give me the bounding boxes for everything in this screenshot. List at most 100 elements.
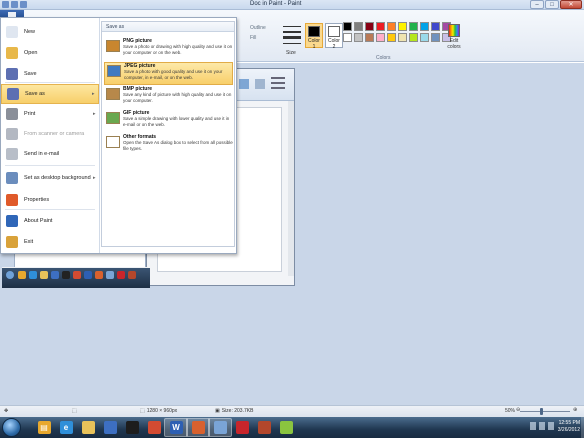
- taskbar-word-icon: W: [169, 421, 183, 434]
- zoom-in-button[interactable]: ⊕: [573, 407, 577, 413]
- file-size-text: Size: 203.7KB: [221, 408, 254, 414]
- palette-color-3[interactable]: [376, 22, 385, 31]
- outline-dropdown[interactable]: Outline: [250, 25, 266, 31]
- color2-label: Color 2: [328, 38, 340, 50]
- taskbar-pdf-button[interactable]: [230, 418, 254, 437]
- tray-volume-icon[interactable]: [548, 422, 554, 430]
- palette-color-8[interactable]: [431, 22, 440, 31]
- menu-item-save-as[interactable]: Save as ▸: [1, 84, 99, 104]
- save-as-jpeg-picture[interactable]: JPEG picture Save a photo with good quali…: [104, 62, 233, 85]
- palette-color-7[interactable]: [420, 22, 429, 31]
- menu-item-new[interactable]: New: [1, 22, 99, 42]
- palette-color-0[interactable]: [343, 22, 352, 31]
- selection-size-icon: ⬚: [72, 408, 77, 414]
- submenu-arrow-icon: ▸: [93, 175, 96, 181]
- palette-color-12[interactable]: [365, 33, 374, 42]
- taskbar-internet-explorer-icon: e: [59, 421, 73, 434]
- save-as-gif-picture[interactable]: GIF picture Save a simple drawing with lo…: [104, 110, 233, 133]
- zoom-slider-thumb[interactable]: [540, 408, 543, 415]
- submenu-arrow-icon: ▸: [93, 111, 96, 117]
- menu-item-properties[interactable]: Properties: [1, 190, 99, 210]
- exit-icon: [6, 236, 18, 248]
- quick-save-icon[interactable]: [2, 1, 9, 8]
- redo-icon[interactable]: [20, 1, 27, 8]
- menu-separator: [5, 165, 95, 166]
- maximize-button[interactable]: □: [545, 0, 559, 9]
- save-as-bmp-picture[interactable]: BMP picture Save any kind of picture with…: [104, 86, 233, 109]
- save-as-option-description: Open the Save As dialog box to select fr…: [123, 140, 233, 151]
- menu-item-label: Save as: [25, 91, 45, 97]
- palette-color-5[interactable]: [398, 22, 407, 31]
- palette-color-6[interactable]: [409, 22, 418, 31]
- taskbar-chrome-button[interactable]: [142, 418, 166, 437]
- submenu-arrow-icon: ▸: [92, 91, 95, 97]
- menu-item-label: About Paint: [24, 218, 53, 224]
- quick-access-toolbar: [2, 1, 27, 8]
- clock[interactable]: 12:55 PM 3/26/2012: [558, 420, 580, 434]
- jpeg-picture-icon: [107, 65, 121, 77]
- tray-network-icon[interactable]: [539, 422, 545, 430]
- menu-item-save[interactable]: Save: [1, 64, 99, 84]
- size-lines-icon[interactable]: [283, 24, 301, 46]
- menu-item-set-as-desktop-background[interactable]: Set as desktop background ▸: [1, 168, 99, 188]
- zoom-out-button[interactable]: ⊖: [516, 407, 520, 413]
- palette-color-4[interactable]: [387, 22, 396, 31]
- close-button[interactable]: ✕: [560, 0, 582, 9]
- menu-item-from-scanner-or-camera[interactable]: From scanner or camera: [1, 124, 99, 144]
- color1-chip: [308, 26, 320, 37]
- menu-item-print[interactable]: Print ▸: [1, 104, 99, 124]
- menu-item-label: Save: [24, 71, 37, 77]
- taskbar-folder-button[interactable]: [76, 418, 100, 437]
- about-info-icon: [6, 215, 18, 227]
- taskbar-windows-explorer-button[interactable]: ▤: [32, 418, 56, 437]
- taskbar-internet-explorer-button[interactable]: e: [54, 418, 78, 437]
- taskbar-qq-button[interactable]: [120, 418, 144, 437]
- menu-item-open[interactable]: Open: [1, 43, 99, 63]
- fill-dropdown[interactable]: Fill: [250, 35, 256, 41]
- taskbar-media-button[interactable]: [98, 418, 122, 437]
- menu-item-send-in-e-mail[interactable]: Send in e-mail: [1, 144, 99, 164]
- edit-colors-button[interactable]: Edit colors: [446, 24, 462, 50]
- taskbar-folder-icon: [81, 421, 95, 434]
- save-as-png-picture[interactable]: PNG picture Save a photo or drawing with …: [104, 38, 233, 61]
- palette-color-17[interactable]: [420, 33, 429, 42]
- taskbar-app-button[interactable]: [186, 418, 210, 437]
- printer-icon: [6, 108, 18, 120]
- edit-colors-label: Edit colors: [447, 38, 461, 50]
- palette-color-16[interactable]: [409, 33, 418, 42]
- palette-color-11[interactable]: [354, 33, 363, 42]
- taskbar-picasa-button[interactable]: [274, 418, 298, 437]
- title-bar: Doc in Paint - Paint – □ ✕: [0, 0, 584, 10]
- taskbar-picasa-icon: [279, 421, 293, 434]
- palette-color-2[interactable]: [365, 22, 374, 31]
- zoom-slider[interactable]: [520, 411, 570, 412]
- taskbar-archive-button[interactable]: [252, 418, 276, 437]
- bmp-picture-icon: [106, 88, 120, 100]
- colors-group-label: Colors: [376, 55, 391, 61]
- minimize-button[interactable]: –: [530, 0, 544, 9]
- palette-color-15[interactable]: [398, 33, 407, 42]
- canvas-size-icon: ⬚: [140, 408, 145, 414]
- save-as-icon: [7, 88, 19, 100]
- save-as-option-description: Save a photo or drawing with high qualit…: [123, 44, 233, 55]
- palette-color-1[interactable]: [354, 22, 363, 31]
- menu-item-label: Send in e-mail: [24, 151, 60, 157]
- start-button[interactable]: [2, 418, 21, 437]
- file-size-icon: ▣: [215, 408, 220, 414]
- color-palette: [343, 22, 451, 42]
- menu-item-about-paint[interactable]: About Paint: [1, 211, 99, 231]
- palette-color-18[interactable]: [431, 33, 440, 42]
- palette-color-13[interactable]: [376, 33, 385, 42]
- tray-flag-icon[interactable]: [530, 422, 536, 430]
- menu-item-exit[interactable]: Exit: [1, 232, 99, 252]
- window-controls: – □ ✕: [530, 0, 582, 9]
- taskbar-word-button[interactable]: W: [164, 418, 188, 437]
- color2-button[interactable]: Color 2: [325, 23, 343, 50]
- menu-item-label: Exit: [24, 239, 34, 245]
- save-as-other-formats[interactable]: Other formats Open the Save As dialog box…: [104, 134, 233, 157]
- color1-button[interactable]: Color 1: [305, 23, 323, 50]
- palette-color-14[interactable]: [387, 33, 396, 42]
- palette-color-10[interactable]: [343, 33, 352, 42]
- taskbar-paint-button[interactable]: [208, 418, 232, 437]
- undo-icon[interactable]: [11, 1, 18, 8]
